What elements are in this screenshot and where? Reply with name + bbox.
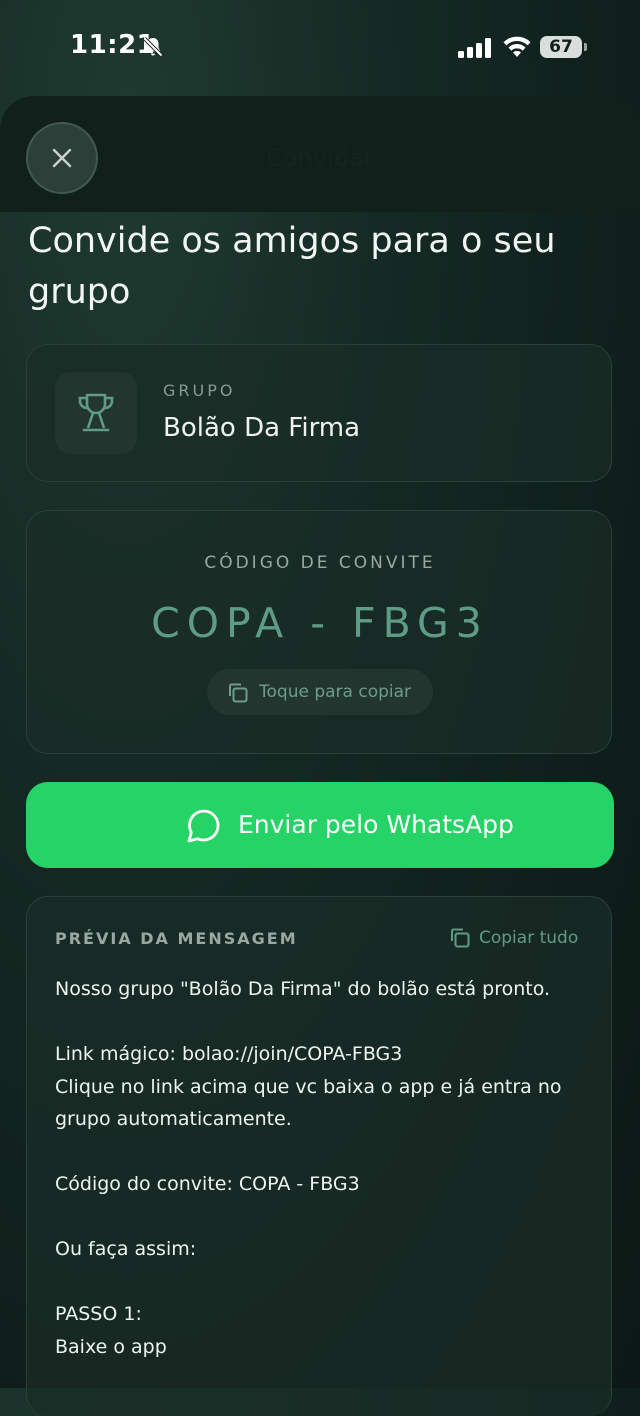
group-name: Bolão Da Firma [163, 413, 361, 443]
wifi-icon [503, 36, 531, 57]
preview-label: PRÉVIA DA MENSAGEM [55, 929, 298, 948]
cellular-signal-icon [458, 38, 491, 58]
invite-code: COPA - FBG3 [151, 599, 489, 647]
message-preview-card: PRÉVIA DA MENSAGEM Copiar tudo Nosso gru… [26, 896, 612, 1416]
battery-level: 67 [540, 36, 582, 58]
invite-code-card: CÓDIGO DE CONVITE COPA - FBG3 Toque para… [26, 510, 612, 754]
message-preview-text: Nosso grupo "Bolão Da Firma" do bolão es… [55, 973, 595, 1363]
preview-line: Link mágico: bolao://join/COPA-FBG3 [55, 1043, 403, 1065]
preview-line: Código do convite: COPA - FBG3 [55, 1173, 360, 1195]
copy-icon [451, 928, 470, 948]
battery-tip [584, 43, 587, 51]
status-bar: 11:21 67 [0, 0, 640, 96]
group-label: GRUPO [163, 381, 236, 400]
whatsapp-send-button[interactable]: Enviar pelo WhatsApp [26, 782, 614, 868]
preview-line: Nosso grupo "Bolão Da Firma" do bolão es… [55, 978, 551, 1000]
copy-icon [229, 683, 248, 703]
preview-line: PASSO 1: [55, 1303, 142, 1325]
copy-code-button[interactable]: Toque para copiar [207, 669, 433, 715]
whatsapp-button-label: Enviar pelo WhatsApp [238, 810, 514, 839]
copy-all-label: Copiar tudo [479, 928, 579, 948]
preview-line: Clique no link acima que vc baixa o app … [55, 1075, 562, 1131]
trophy-icon [78, 393, 114, 432]
trophy-badge [55, 372, 137, 454]
copy-code-label: Toque para copiar [259, 682, 412, 702]
chat-bubble-icon [187, 809, 220, 843]
group-card: GRUPO Bolão Da Firma [26, 344, 612, 482]
preview-line: Baixe o app [55, 1335, 167, 1358]
sheet-title: Convidar [266, 144, 374, 172]
bell-muted-icon [143, 37, 163, 57]
page-heading: Convide os amigos para o seu grupo [28, 221, 556, 312]
copy-all-button[interactable]: Copiar tudo [449, 925, 585, 951]
preview-line: Ou faça assim: [55, 1238, 197, 1260]
invite-code-label: CÓDIGO DE CONVITE [204, 553, 436, 573]
battery-indicator: 67 [540, 36, 588, 60]
